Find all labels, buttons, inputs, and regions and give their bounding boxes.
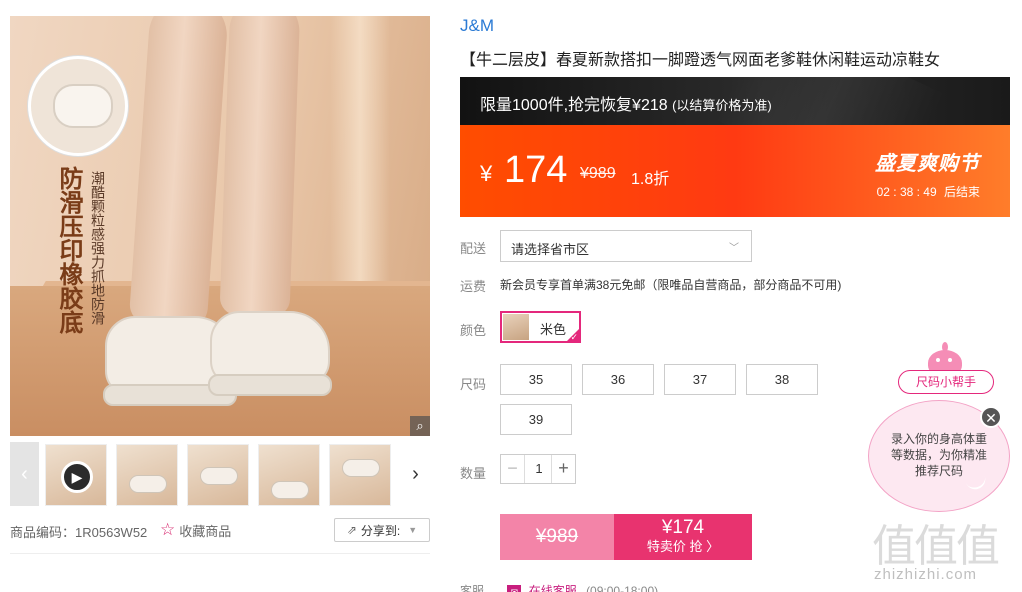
freight-info: 新会员专享首单满38元免邮（限唯品自营商品，部分商品不可用) <box>500 278 842 292</box>
sole-detail-badge <box>28 56 128 156</box>
chat-icon: ✉ <box>507 584 522 592</box>
quantity-stepper: − 1 + <box>500 454 576 484</box>
feature-title: 防滑压印橡胶底 <box>55 166 82 334</box>
product-code: 商品编码：1R0563W52 <box>10 525 148 540</box>
size-option[interactable]: 38 <box>746 364 818 395</box>
chevron-down-icon: ﹀ <box>729 243 739 254</box>
share-button[interactable]: ⇗ 分享到: ▼ <box>334 518 430 542</box>
original-price-button[interactable]: ¥989 <box>500 514 614 560</box>
thumbnail[interactable] <box>329 444 391 506</box>
online-service-link[interactable]: 在线客服 <box>529 584 577 592</box>
divider <box>10 553 430 554</box>
delivery-label: 配送 <box>460 241 487 256</box>
size-option[interactable]: 36 <box>582 364 654 395</box>
magnifier-icon[interactable]: ⌕ <box>410 416 430 436</box>
chevron-right-icon[interactable]: › <box>401 442 430 506</box>
region-select[interactable]: 请选择省市区 ﹀ <box>500 230 752 262</box>
price-banner: ¥ 174 ¥989 1.8折 盛夏爽购节 02 : 38 : 49 后结束 <box>460 125 1010 217</box>
quantity-input[interactable]: 1 <box>525 455 553 483</box>
favorite-button[interactable]: ☆ 收藏商品 <box>160 518 231 542</box>
discount-rate: 1.8折 <box>631 171 670 188</box>
buy-now-button[interactable]: ¥174 特卖价 抢 〉 <box>614 514 752 560</box>
feature-subtitle: 潮酷颗粒感强力抓地防滑 <box>90 171 106 325</box>
product-meta-row: 商品编码：1R0563W52 ☆ 收藏商品 ⇗ 分享到: ▼ <box>10 518 430 542</box>
chevron-left-icon[interactable]: ‹ <box>10 442 39 506</box>
product-main-image[interactable]: 防滑压印橡胶底 潮酷颗粒感强力抓地防滑 ⌕ <box>10 16 430 436</box>
shoe-image <box>208 311 332 396</box>
countdown-timer: 02 : 38 : 49 后结束 <box>876 185 980 199</box>
brand-link[interactable]: J&M <box>460 16 494 36</box>
product-title: 【牛二层皮】春夏新款搭扣一脚蹬透气网面老爹鞋休闲鞋运动凉鞋女 <box>460 52 941 69</box>
chevron-down-icon: ▼ <box>408 525 418 535</box>
thumbnail[interactable] <box>116 444 178 506</box>
size-option[interactable]: 37 <box>664 364 736 395</box>
close-icon[interactable]: ✕ <box>980 406 1002 428</box>
size-label: 尺码 <box>460 377 487 392</box>
size-helper-button[interactable]: 尺码小帮手 <box>898 370 994 394</box>
increment-button[interactable]: + <box>551 455 575 483</box>
limited-stock-text: 限量1000件,抢完恢复¥218 (以结算价格为准) <box>480 97 772 114</box>
original-price: ¥989 <box>580 165 616 182</box>
freight-label: 运费 <box>460 279 487 294</box>
share-icon: ⇗ <box>346 523 357 537</box>
sale-price: 174 <box>504 149 568 191</box>
check-icon: ✓ <box>570 332 578 342</box>
currency-symbol: ¥ <box>480 161 493 186</box>
size-option[interactable]: 39 <box>500 404 572 435</box>
watermark-url: zhizhizhi.com <box>874 566 978 583</box>
color-swatch <box>503 314 529 340</box>
thumbnail-strip: ‹ ▶ › <box>10 442 430 506</box>
customer-service-row: 客服 ✉ 在线客服 (09:00-18:00) <box>460 582 658 592</box>
color-option-selected[interactable]: 米色 ✓ <box>500 311 581 343</box>
model-leg <box>219 16 301 318</box>
star-icon: ☆ <box>160 520 176 539</box>
size-option[interactable]: 35 <box>500 364 572 395</box>
thumbnail[interactable] <box>187 444 249 506</box>
quantity-label: 数量 <box>460 466 487 481</box>
thumbnail-video[interactable]: ▶ <box>45 444 107 506</box>
play-icon[interactable]: ▶ <box>61 461 93 493</box>
color-label: 颜色 <box>460 323 487 338</box>
decrement-button[interactable]: − <box>501 455 525 483</box>
watermark-logo: 值值值 <box>872 521 1000 572</box>
event-name: 盛夏爽购节 <box>875 153 980 175</box>
limited-stock-banner: 限量1000件,抢完恢复¥218 (以结算价格为准) <box>460 77 1010 125</box>
thumbnail[interactable] <box>258 444 320 506</box>
size-helper-tip: 录入你的身高体重等数据，为你精准推荐尺码 <box>890 432 987 478</box>
